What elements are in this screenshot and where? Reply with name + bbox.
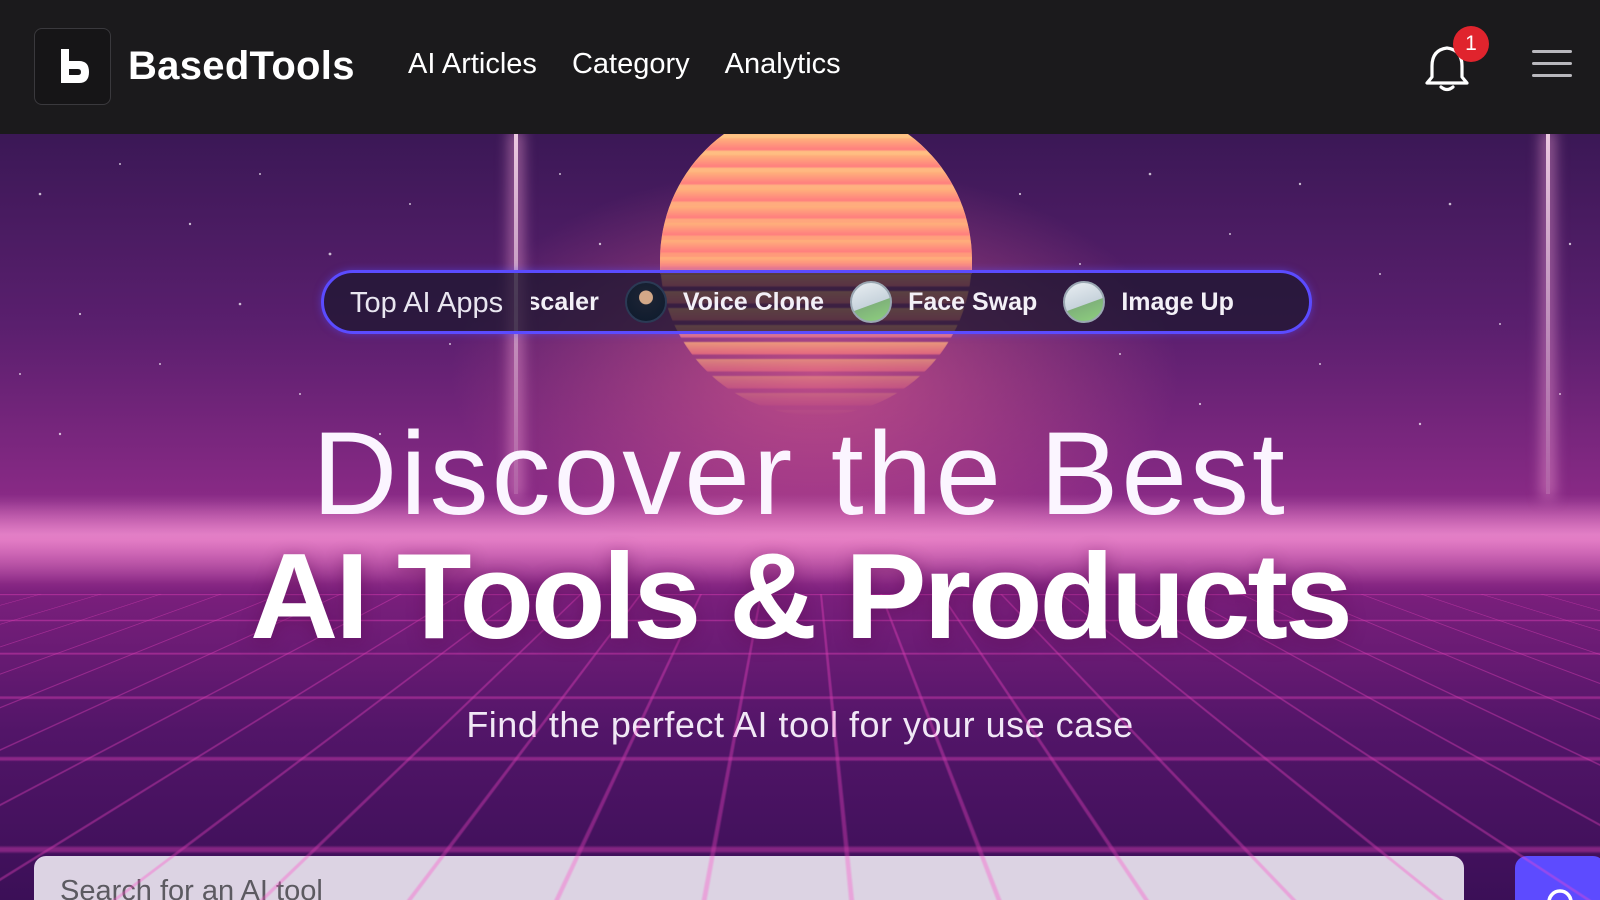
top-nav: BasedTools AI Articles Category Analytic…: [0, 0, 1600, 134]
headline-bold: AI Tools & Products: [250, 528, 1353, 664]
ticker-item-label: Voice Clone: [682, 287, 825, 316]
hero-subtitle: Find the perfect AI tool for your use ca…: [466, 704, 1134, 745]
ticker-item-label: Image Up: [1121, 287, 1234, 316]
top-apps-ticker: Top AI Apps Image Upscaler Voice Clone F…: [321, 270, 1312, 334]
main-nav: AI Articles Category Analytics: [408, 48, 841, 81]
ticker-item-voice-clone[interactable]: Voice Clone: [624, 281, 825, 323]
nav-link-ai-articles[interactable]: AI Articles: [408, 48, 537, 81]
hamburger-menu-icon[interactable]: [1532, 50, 1572, 82]
ticker-items: Image Upscaler Voice Clone Face Swap Ima…: [531, 273, 1234, 331]
search-icon: [1547, 889, 1573, 900]
ticker-item-image-upscaler[interactable]: Image Upscaler: [531, 288, 599, 317]
ticker-item-face-swap[interactable]: Face Swap: [850, 281, 1037, 323]
nav-link-analytics[interactable]: Analytics: [725, 48, 841, 81]
brand-name[interactable]: BasedTools: [128, 44, 355, 89]
hero-section: Top AI Apps Image Upscaler Voice Clone F…: [0, 134, 1600, 900]
ticker-label: Top AI Apps: [350, 287, 504, 319]
logo-button[interactable]: [34, 28, 111, 105]
ticker-item-label: Image Upscaler: [531, 287, 599, 316]
ticker-item-label: Face Swap: [908, 287, 1038, 316]
ticker-item-image-up[interactable]: Image Up: [1063, 281, 1234, 323]
headline-light: Discover the Best: [312, 408, 1288, 540]
notification-badge: 1: [1453, 26, 1489, 62]
search-button[interactable]: [1515, 856, 1600, 900]
nav-link-category[interactable]: Category: [572, 48, 690, 81]
basedtools-logo-icon: [60, 48, 89, 83]
app-thumbnail-icon: [1063, 281, 1106, 323]
search-input[interactable]: [34, 856, 1464, 900]
app-avatar-icon: [624, 281, 667, 323]
ticker-track: Image Upscaler Voice Clone Face Swap Ima…: [531, 273, 1309, 331]
app-thumbnail-icon: [850, 281, 893, 323]
